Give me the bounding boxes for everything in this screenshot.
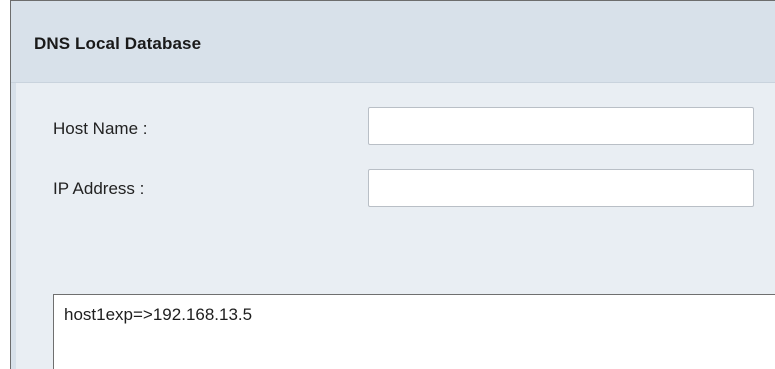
dns-entry[interactable]: host1exp=>192.168.13.5 bbox=[64, 304, 775, 326]
ip-address-label: IP Address : bbox=[53, 179, 145, 198]
ip-address-input[interactable] bbox=[368, 169, 754, 207]
panel-title: DNS Local Database bbox=[34, 34, 202, 53]
host-name-label: Host Name : bbox=[53, 119, 148, 138]
panel-header: DNS Local Database bbox=[11, 1, 775, 83]
dns-entries-list[interactable]: host1exp=>192.168.13.5 bbox=[53, 294, 775, 369]
dns-local-database-panel: DNS Local Database Host Name : IP Addres… bbox=[10, 0, 775, 369]
panel-content: Host Name : IP Address : host1exp=>192.1… bbox=[11, 83, 775, 369]
host-name-input[interactable] bbox=[368, 107, 754, 145]
